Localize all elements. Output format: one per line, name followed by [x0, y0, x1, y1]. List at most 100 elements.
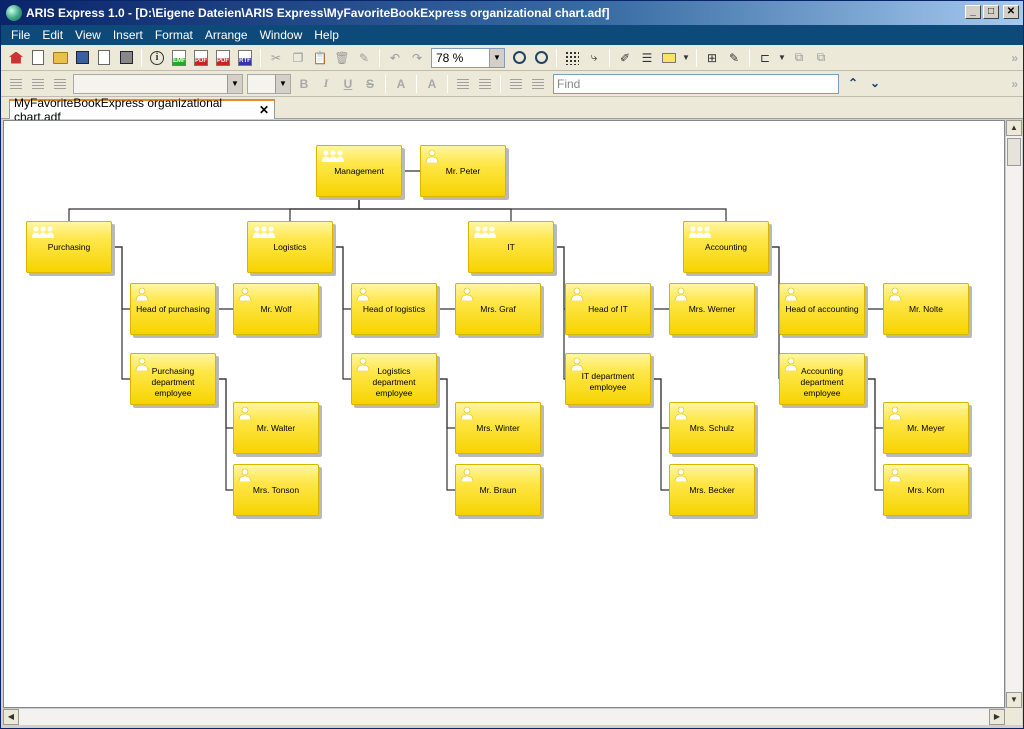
- fill-color-dropdown[interactable]: ▼: [681, 48, 691, 68]
- chevron-down-icon[interactable]: ▼: [275, 74, 290, 93]
- org-node-mrs-graf[interactable]: Mrs. Graf: [455, 283, 541, 335]
- edit-object-button[interactable]: ✎: [724, 48, 744, 68]
- bullet-list-button[interactable]: [476, 74, 494, 94]
- clear-format-button[interactable]: A: [423, 74, 441, 94]
- align-button[interactable]: ⊏: [755, 48, 775, 68]
- paste-button[interactable]: 📋: [310, 48, 330, 68]
- print-preview-button[interactable]: [94, 48, 114, 68]
- copy-button[interactable]: ❐: [288, 48, 308, 68]
- title-bar[interactable]: ARIS Express 1.0 - [D:\Eigene Dateien\AR…: [1, 1, 1023, 25]
- org-node-mr-wolf[interactable]: Mr. Wolf: [233, 283, 319, 335]
- zoom-select[interactable]: 78 % ▼: [431, 47, 505, 68]
- font-size-select[interactable]: ▼: [247, 73, 291, 94]
- export-pdf2-button[interactable]: PDF: [213, 48, 233, 68]
- bring-front-button[interactable]: ⧉: [789, 48, 809, 68]
- org-node-acc-emp[interactable]: Accounting department employee: [779, 353, 865, 405]
- outdent-button[interactable]: [507, 74, 525, 94]
- menu-insert[interactable]: Insert: [107, 28, 149, 42]
- format-painter-button[interactable]: ✎: [354, 48, 374, 68]
- org-node-management[interactable]: Management: [316, 145, 402, 197]
- org-node-mr-nolte[interactable]: Mr. Nolte: [883, 283, 969, 335]
- connector-button[interactable]: ⤷: [584, 48, 604, 68]
- org-node-mr-meyer[interactable]: Mr. Meyer: [883, 402, 969, 454]
- italic-button[interactable]: I: [317, 74, 335, 94]
- align-left-button[interactable]: [7, 74, 25, 94]
- fill-color-button[interactable]: [659, 48, 679, 68]
- insert-object-button[interactable]: ⊞: [702, 48, 722, 68]
- toolbar-overflow-icon[interactable]: »: [1011, 51, 1017, 65]
- org-node-log-emp[interactable]: Logistics department employee: [351, 353, 437, 405]
- strikethrough-button[interactable]: S: [361, 74, 379, 94]
- org-node-it-emp[interactable]: IT department employee: [565, 353, 651, 405]
- org-node-mrs-becker[interactable]: Mrs. Becker: [669, 464, 755, 516]
- export-emf-button[interactable]: EMF: [169, 48, 189, 68]
- undo-button[interactable]: ↶: [385, 48, 405, 68]
- new-document-button[interactable]: [28, 48, 48, 68]
- minimize-button[interactable]: _: [965, 5, 981, 19]
- org-node-it[interactable]: IT: [468, 221, 554, 273]
- menu-help[interactable]: Help: [308, 28, 345, 42]
- cut-button[interactable]: ✂: [266, 48, 286, 68]
- org-node-mrs-korn[interactable]: Mrs. Korn: [883, 464, 969, 516]
- align-right-button[interactable]: [51, 74, 69, 94]
- find-next-button[interactable]: ⌄: [867, 76, 883, 92]
- menu-format[interactable]: Format: [149, 28, 199, 42]
- maximize-button[interactable]: □: [983, 5, 999, 19]
- print-button[interactable]: [116, 48, 136, 68]
- vertical-scroll-thumb[interactable]: [1007, 138, 1021, 166]
- org-node-mr-walter[interactable]: Mr. Walter: [233, 402, 319, 454]
- tab-org-chart[interactable]: MyFavoriteBookExpress organizational cha…: [9, 96, 275, 124]
- org-node-mr-braun[interactable]: Mr. Braun: [455, 464, 541, 516]
- model-canvas[interactable]: Management Mr. Peter Purchasing Logistics IT…: [3, 120, 1005, 708]
- redo-button[interactable]: ↷: [407, 48, 427, 68]
- scroll-down-button[interactable]: ▼: [1006, 692, 1022, 708]
- numbered-list-button[interactable]: [454, 74, 472, 94]
- vertical-scrollbar[interactable]: ▲ ▼: [1005, 120, 1022, 708]
- menu-edit[interactable]: Edit: [36, 28, 69, 42]
- zoom-in-button[interactable]: [509, 48, 529, 68]
- align-dropdown[interactable]: ▼: [777, 48, 787, 68]
- save-button[interactable]: [72, 48, 92, 68]
- indent-button[interactable]: [529, 74, 547, 94]
- horizontal-scrollbar[interactable]: ◀ ▶: [3, 708, 1005, 725]
- home-button[interactable]: [6, 48, 26, 68]
- scroll-right-button[interactable]: ▶: [989, 709, 1005, 725]
- org-node-head-accounting[interactable]: Head of accounting: [779, 283, 865, 335]
- grid-button[interactable]: [562, 48, 582, 68]
- chevron-down-icon[interactable]: ▼: [227, 74, 242, 93]
- org-node-mrs-tonson[interactable]: Mrs. Tonson: [233, 464, 319, 516]
- align-center-button[interactable]: [29, 74, 47, 94]
- org-node-purchasing[interactable]: Purchasing: [26, 221, 112, 273]
- org-node-accounting[interactable]: Accounting: [683, 221, 769, 273]
- export-rtf-button[interactable]: RTF: [235, 48, 255, 68]
- org-node-logistics[interactable]: Logistics: [247, 221, 333, 273]
- send-back-button[interactable]: ⧉: [811, 48, 831, 68]
- org-node-mr-peter[interactable]: Mr. Peter: [420, 145, 506, 197]
- org-node-mrs-schulz[interactable]: Mrs. Schulz: [669, 402, 755, 454]
- org-node-mrs-werner[interactable]: Mrs. Werner: [669, 283, 755, 335]
- font-color-button[interactable]: A: [392, 74, 410, 94]
- underline-button[interactable]: U: [339, 74, 357, 94]
- delete-button[interactable]: 🗑: [332, 48, 352, 68]
- menu-file[interactable]: File: [5, 28, 36, 42]
- toolbar-overflow-icon[interactable]: »: [1011, 77, 1017, 91]
- properties-button[interactable]: i: [147, 48, 167, 68]
- org-node-head-purchasing[interactable]: Head of purchasing: [130, 283, 216, 335]
- org-node-head-it[interactable]: Head of IT: [565, 283, 651, 335]
- org-node-mrs-winter[interactable]: Mrs. Winter: [455, 402, 541, 454]
- find-input[interactable]: Find: [553, 73, 839, 94]
- bold-button[interactable]: B: [295, 74, 313, 94]
- font-family-select[interactable]: ▼: [73, 73, 243, 94]
- close-window-button[interactable]: ✕: [1003, 5, 1019, 19]
- text-style-button[interactable]: ✐: [615, 48, 635, 68]
- org-node-purch-emp[interactable]: Purchasing department employee: [130, 353, 216, 405]
- zoom-out-button[interactable]: [531, 48, 551, 68]
- org-node-head-logistics[interactable]: Head of logistics: [351, 283, 437, 335]
- menu-arrange[interactable]: Arrange: [199, 28, 254, 42]
- open-button[interactable]: [50, 48, 70, 68]
- close-tab-icon[interactable]: ✕: [259, 103, 269, 117]
- scroll-left-button[interactable]: ◀: [3, 709, 19, 725]
- menu-view[interactable]: View: [69, 28, 107, 42]
- menu-window[interactable]: Window: [254, 28, 309, 42]
- chevron-down-icon[interactable]: ▼: [489, 48, 504, 67]
